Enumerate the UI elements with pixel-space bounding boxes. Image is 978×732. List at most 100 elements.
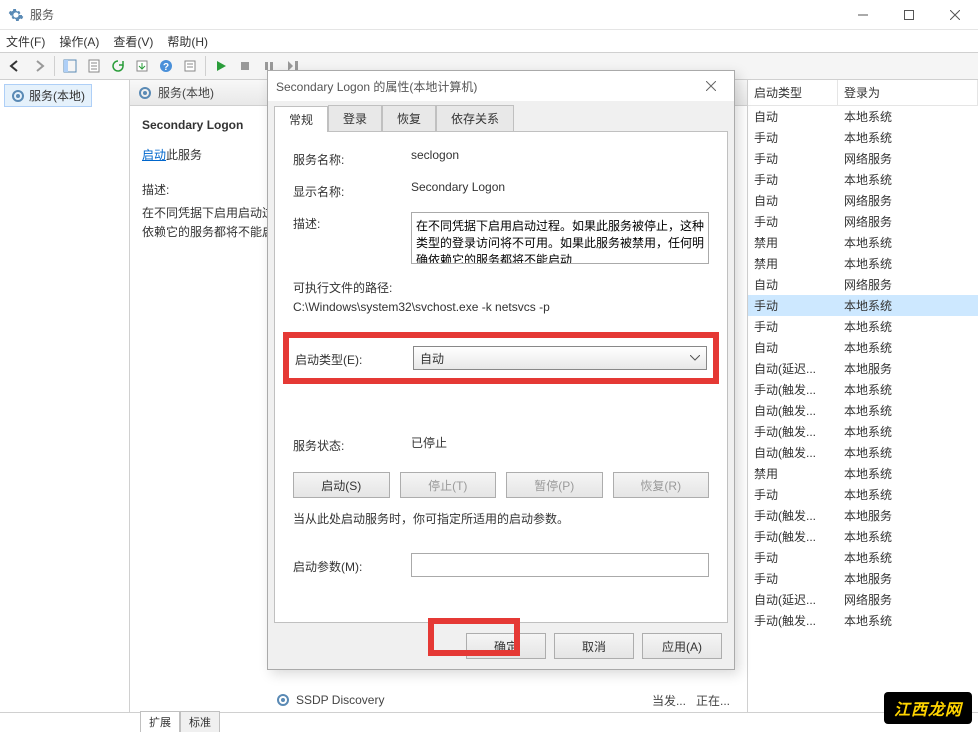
table-row[interactable]: 自动网络服务: [748, 274, 978, 295]
table-row[interactable]: 手动本地系统: [748, 316, 978, 337]
tab-standard[interactable]: 标准: [180, 711, 220, 732]
col-startup[interactable]: 启动类型: [748, 80, 838, 105]
table-row[interactable]: 自动(触发...本地系统: [748, 442, 978, 463]
disp-name-value: Secondary Logon: [411, 180, 709, 194]
table-row[interactable]: 手动本地系统: [748, 169, 978, 190]
status-value: 已停止: [411, 434, 709, 451]
refresh-icon[interactable]: [107, 55, 129, 77]
cell-startup: 自动(延迟...: [748, 591, 838, 608]
table-row[interactable]: 手动(触发...本地系统: [748, 421, 978, 442]
cell-startup: 禁用: [748, 465, 838, 482]
dialog-close-button[interactable]: [696, 72, 726, 100]
tab-logon[interactable]: 登录: [328, 105, 382, 131]
table-row[interactable]: 手动本地系统: [748, 547, 978, 568]
chevron-down-icon: [690, 355, 700, 361]
table-row[interactable]: 手动本地系统: [748, 295, 978, 316]
params-input[interactable]: [411, 553, 709, 577]
apply-button[interactable]: 应用(A): [642, 633, 722, 659]
resume-button[interactable]: 恢复(R): [613, 472, 710, 498]
table-row[interactable]: 自动(触发...本地系统: [748, 400, 978, 421]
table-row[interactable]: 自动网络服务: [748, 190, 978, 211]
cell-startup: 自动(延迟...: [748, 360, 838, 377]
table-row[interactable]: 手动网络服务: [748, 148, 978, 169]
menu-file[interactable]: 文件(F): [6, 33, 45, 50]
start-link[interactable]: 启动: [142, 148, 166, 162]
startup-label: 启动类型(E):: [295, 348, 405, 368]
cell-startup: 手动: [748, 549, 838, 566]
pause-button[interactable]: 暂停(P): [506, 472, 603, 498]
cell-logon: 本地系统: [838, 108, 978, 125]
table-row[interactable]: 自动(延迟...网络服务: [748, 589, 978, 610]
cell-logon: 本地系统: [838, 612, 978, 629]
tab-general[interactable]: 常规: [274, 106, 328, 132]
tab-recovery[interactable]: 恢复: [382, 105, 436, 131]
tree-item-services[interactable]: 服务(本地): [4, 84, 92, 107]
help-icon[interactable]: ?: [155, 55, 177, 77]
cell-logon: 本地系统: [838, 444, 978, 461]
table-row[interactable]: 手动(触发...本地系统: [748, 610, 978, 631]
ok-button[interactable]: 确定: [466, 633, 546, 659]
cell-logon: 本地系统: [838, 129, 978, 146]
cell-startup: 手动: [748, 297, 838, 314]
status-service-name: SSDP Discovery: [296, 693, 384, 707]
gear-icon: [138, 86, 152, 100]
table-row[interactable]: 手动网络服务: [748, 211, 978, 232]
properties2-icon[interactable]: [179, 55, 201, 77]
cancel-button[interactable]: 取消: [554, 633, 634, 659]
start-suffix: 此服务: [166, 148, 202, 162]
table-row[interactable]: 手动本地系统: [748, 484, 978, 505]
table-row[interactable]: 禁用本地系统: [748, 232, 978, 253]
cell-startup: 手动: [748, 318, 838, 335]
cell-logon: 本地系统: [838, 486, 978, 503]
table-row[interactable]: 手动本地系统: [748, 127, 978, 148]
cell-logon: 本地系统: [838, 402, 978, 419]
cell-startup: 手动(触发...: [748, 528, 838, 545]
col-logon[interactable]: 登录为: [838, 80, 978, 105]
table-row[interactable]: 手动本地服务: [748, 568, 978, 589]
stop-button[interactable]: 停止(T): [400, 472, 497, 498]
close-button[interactable]: [932, 0, 978, 30]
dlg-desc-text[interactable]: [411, 212, 709, 264]
table-row[interactable]: 禁用本地系统: [748, 463, 978, 484]
svc-name-value: seclogon: [411, 148, 709, 162]
cell-startup: 自动: [748, 192, 838, 209]
table-row[interactable]: 手动(触发...本地系统: [748, 526, 978, 547]
tab-deps[interactable]: 依存关系: [436, 105, 514, 131]
column-headers: 启动类型 登录为: [748, 80, 978, 106]
start-icon[interactable]: [210, 55, 232, 77]
table-row[interactable]: 自动(延迟...本地服务: [748, 358, 978, 379]
cell-startup: 手动: [748, 171, 838, 188]
start-button[interactable]: 启动(S): [293, 472, 390, 498]
exe-label: 可执行文件的路径:: [293, 279, 709, 296]
table-row[interactable]: 禁用本地系统: [748, 253, 978, 274]
minimize-button[interactable]: [840, 0, 886, 30]
menu-help[interactable]: 帮助(H): [167, 33, 208, 50]
cell-startup: 手动(触发...: [748, 381, 838, 398]
gear-icon: [11, 89, 25, 103]
menu-view[interactable]: 查看(V): [113, 33, 153, 50]
cell-logon: 本地系统: [838, 297, 978, 314]
maximize-button[interactable]: [886, 0, 932, 30]
export-icon[interactable]: [131, 55, 153, 77]
stop-icon[interactable]: [234, 55, 256, 77]
svg-text:?: ?: [163, 62, 169, 73]
tab-extended[interactable]: 扩展: [140, 711, 180, 732]
menu-action[interactable]: 操作(A): [59, 33, 99, 50]
forward-icon[interactable]: [28, 55, 50, 77]
svc-name-label: 服务名称:: [293, 148, 403, 168]
cell-logon: 本地系统: [838, 318, 978, 335]
table-row[interactable]: 手动(触发...本地系统: [748, 379, 978, 400]
table-row[interactable]: 自动本地系统: [748, 337, 978, 358]
cell-startup: 禁用: [748, 234, 838, 251]
gear-icon: [276, 693, 290, 707]
table-row[interactable]: 自动本地系统: [748, 106, 978, 127]
cell-startup: 自动: [748, 339, 838, 356]
exe-value: C:\Windows\system32\svchost.exe -k netsv…: [293, 300, 709, 314]
tree-item-label: 服务(本地): [29, 87, 85, 104]
show-hide-icon[interactable]: [59, 55, 81, 77]
properties-icon[interactable]: [83, 55, 105, 77]
startup-combo[interactable]: 自动: [413, 346, 707, 370]
table-row[interactable]: 手动(触发...本地服务: [748, 505, 978, 526]
back-icon[interactable]: [4, 55, 26, 77]
cell-logon: 本地服务: [838, 507, 978, 524]
